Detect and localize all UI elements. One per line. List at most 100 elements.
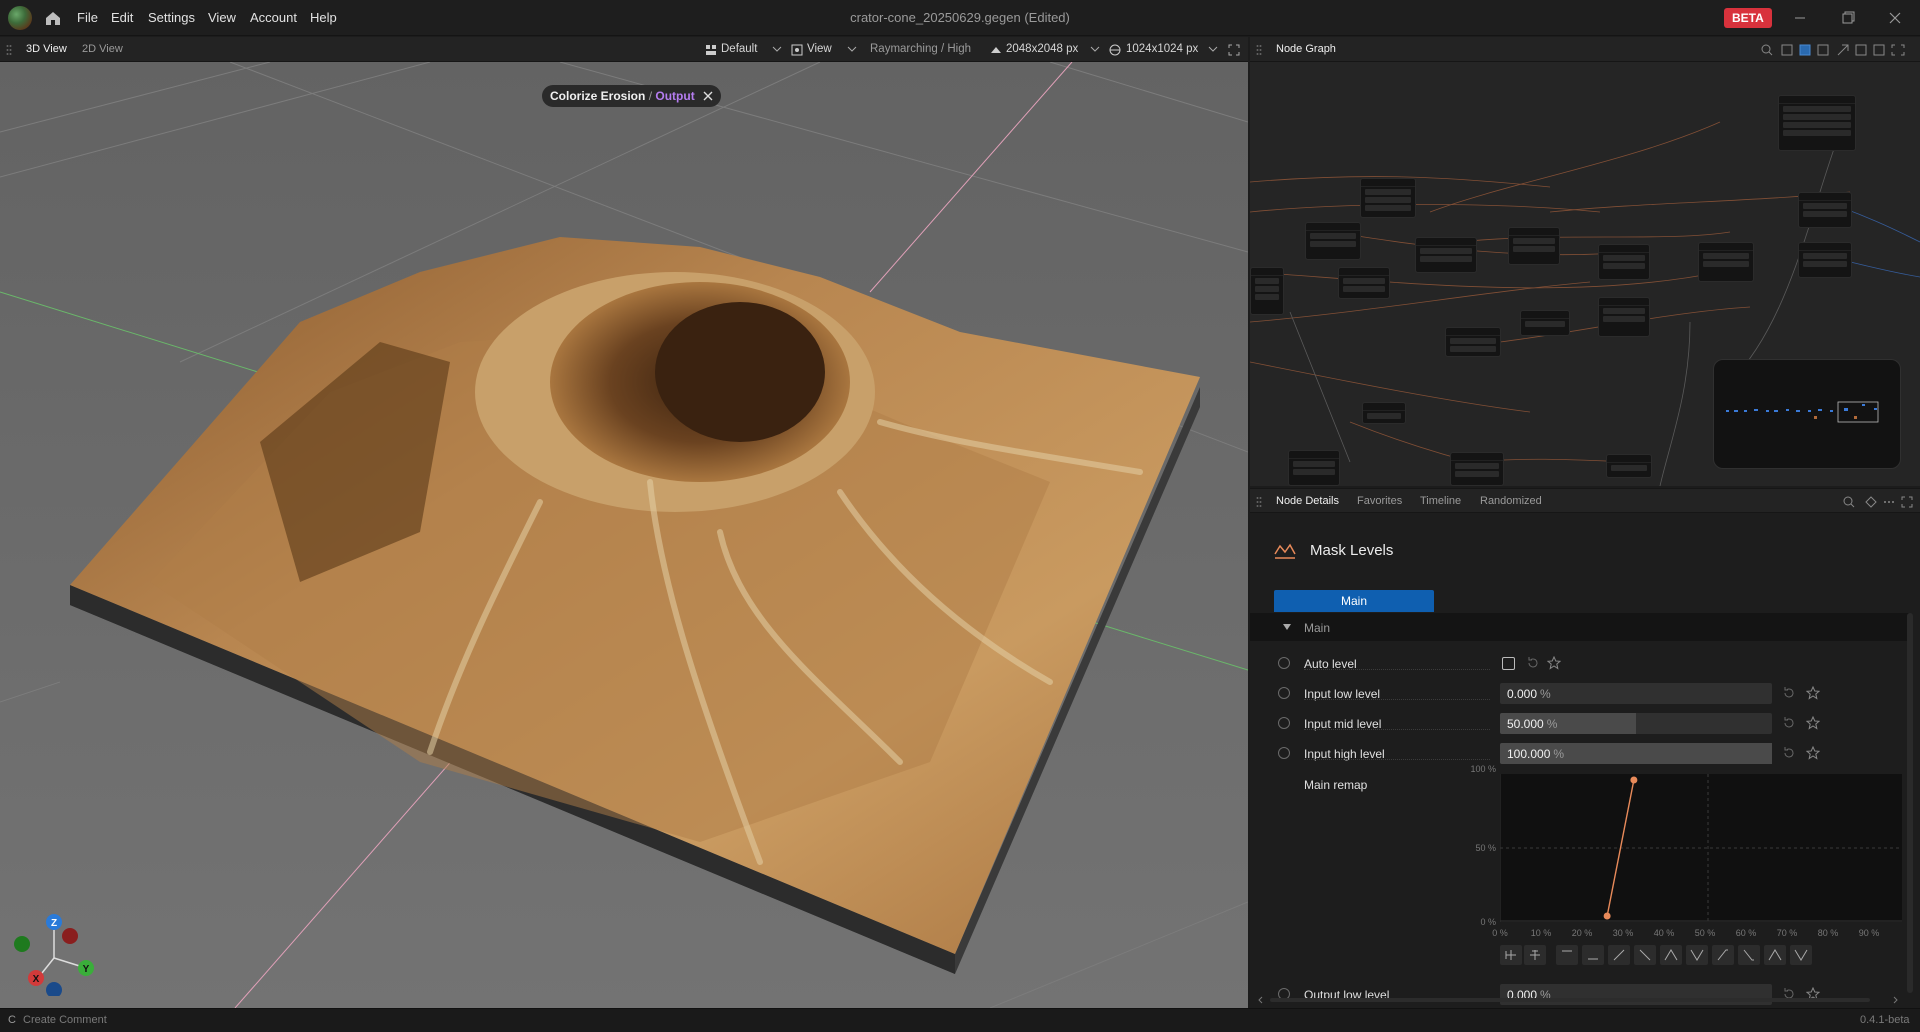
view-selector[interactable]: View	[807, 43, 832, 55]
fullscreen-icon[interactable]	[1228, 44, 1240, 56]
section-header-main[interactable]: Main	[1250, 613, 1910, 641]
graph-node[interactable]	[1445, 327, 1501, 357]
node-graph-canvas[interactable]	[1250, 62, 1920, 486]
star-icon[interactable]	[1806, 716, 1820, 730]
star-icon[interactable]	[1806, 686, 1820, 700]
graph-node[interactable]	[1338, 267, 1390, 299]
tab-randomized[interactable]: Randomized	[1480, 495, 1542, 507]
curve-point-handle[interactable]	[1603, 912, 1611, 920]
graph-node[interactable]	[1698, 242, 1754, 282]
tab-favorites[interactable]: Favorites	[1357, 495, 1402, 507]
graph-node[interactable]	[1798, 242, 1852, 278]
minimize-icon[interactable]	[1790, 8, 1810, 28]
node-graph-minimap[interactable]	[1713, 359, 1901, 469]
chevron-down-icon[interactable]	[847, 45, 857, 53]
curve-preset-ramp-button[interactable]	[1712, 945, 1734, 965]
graph-node[interactable]	[1450, 452, 1504, 486]
menu-settings[interactable]: Settings	[148, 10, 195, 25]
curve-preset-valley-button[interactable]	[1686, 945, 1708, 965]
tab-2d-view[interactable]: 2D View	[82, 43, 123, 55]
reset-icon[interactable]	[1782, 746, 1796, 760]
curve-x-tick: 50 %	[1694, 928, 1716, 938]
graph-node[interactable]	[1362, 402, 1406, 424]
star-icon[interactable]	[1547, 656, 1561, 670]
input-low-level-slider[interactable]: 0.000%	[1500, 683, 1772, 704]
chevron-down-icon[interactable]	[1208, 45, 1218, 53]
curve-preset-low-button[interactable]	[1582, 945, 1604, 965]
graph-node[interactable]	[1508, 227, 1560, 265]
axis-z-label: Z	[51, 918, 57, 929]
auto-level-checkbox[interactable]	[1502, 657, 1515, 670]
3d-viewport[interactable]: Colorize Erosion / Output Z Y X	[0, 62, 1248, 1008]
curve-preset-peak-button[interactable]	[1660, 945, 1682, 965]
horizontal-scrollbar[interactable]	[1258, 996, 1898, 1004]
graph-node[interactable]	[1360, 178, 1416, 218]
curve-preset-high-button[interactable]	[1556, 945, 1578, 965]
tab-main[interactable]: Main	[1274, 590, 1434, 612]
resolution-icon	[991, 47, 1001, 53]
graph-node[interactable]	[1778, 95, 1856, 151]
remap-curve[interactable]	[1500, 774, 1902, 922]
remap-curve-editor[interactable]	[1500, 774, 1902, 922]
menu-view[interactable]: View	[208, 10, 236, 25]
graph-node[interactable]	[1606, 454, 1652, 478]
menu-edit[interactable]: Edit	[111, 10, 133, 25]
curve-flip-v-button[interactable]	[1524, 945, 1546, 965]
preview-resolution-selector[interactable]: 1024x1024 px	[1126, 43, 1198, 55]
section-title: Main	[1304, 621, 1331, 635]
triangle-down-icon	[1283, 624, 1291, 630]
reset-icon[interactable]	[1526, 656, 1540, 670]
expose-radio[interactable]	[1278, 747, 1290, 759]
graph-node[interactable]	[1250, 267, 1284, 315]
tab-timeline[interactable]: Timeline	[1420, 495, 1461, 507]
tab-3d-view[interactable]: 3D View	[26, 43, 67, 55]
curve-y-tick: 100 %	[1470, 764, 1496, 774]
star-icon[interactable]	[1806, 746, 1820, 760]
drag-handle-icon[interactable]	[1256, 44, 1262, 56]
input-mid-level-slider[interactable]: 50.000%	[1500, 713, 1772, 734]
curve-preset-ramp-down-button[interactable]	[1738, 945, 1760, 965]
node-graph-toolbar[interactable]	[1760, 43, 1910, 57]
axis-gizmo[interactable]: Z Y X	[8, 910, 98, 996]
graph-node[interactable]	[1520, 310, 1570, 336]
graph-node[interactable]	[1305, 222, 1361, 260]
graph-node[interactable]	[1598, 244, 1650, 280]
curve-preset-linear-button[interactable]	[1608, 945, 1630, 965]
graph-node[interactable]	[1288, 450, 1340, 486]
graph-node[interactable]	[1415, 237, 1477, 273]
axis-x-label: X	[33, 974, 40, 985]
curve-preset-tent-button[interactable]	[1764, 945, 1786, 965]
menu-account[interactable]: Account	[250, 10, 297, 25]
breadcrumb-output[interactable]: Output	[655, 89, 694, 103]
menu-help[interactable]: Help	[310, 10, 337, 25]
curve-flip-h-button[interactable]	[1500, 945, 1522, 965]
close-icon[interactable]	[702, 90, 714, 102]
resolution-selector[interactable]: 2048x2048 px	[1006, 43, 1078, 55]
graph-node[interactable]	[1598, 297, 1650, 337]
menu-file[interactable]: File	[77, 10, 98, 25]
curve-point-handle[interactable]	[1630, 776, 1638, 784]
expose-radio[interactable]	[1278, 657, 1290, 669]
breadcrumb-node[interactable]: Colorize Erosion	[550, 89, 645, 103]
globe-icon	[1109, 44, 1121, 56]
maximize-icon[interactable]	[1838, 8, 1858, 28]
graph-node[interactable]	[1798, 192, 1852, 228]
expose-radio[interactable]	[1278, 717, 1290, 729]
node-details-toolbar[interactable]	[1842, 495, 1914, 509]
curve-preset-invert-button[interactable]	[1634, 945, 1656, 965]
input-high-level-slider[interactable]: 100.000%	[1500, 743, 1772, 764]
expose-radio[interactable]	[1278, 687, 1290, 699]
render-mode[interactable]: Raymarching / High	[870, 43, 971, 55]
chevron-down-icon[interactable]	[772, 45, 782, 53]
home-icon[interactable]	[44, 9, 62, 27]
drag-handle-icon[interactable]	[6, 44, 12, 56]
chevron-down-icon[interactable]	[1090, 45, 1100, 53]
drag-handle-icon[interactable]	[1256, 496, 1262, 508]
tab-node-details[interactable]: Node Details	[1276, 495, 1339, 507]
close-icon[interactable]	[1885, 8, 1905, 28]
reset-icon[interactable]	[1782, 716, 1796, 730]
layout-selector[interactable]: Default	[721, 43, 757, 55]
reset-icon[interactable]	[1782, 686, 1796, 700]
curve-preset-v-button[interactable]	[1790, 945, 1812, 965]
vertical-scrollbar[interactable]	[1907, 613, 1913, 993]
